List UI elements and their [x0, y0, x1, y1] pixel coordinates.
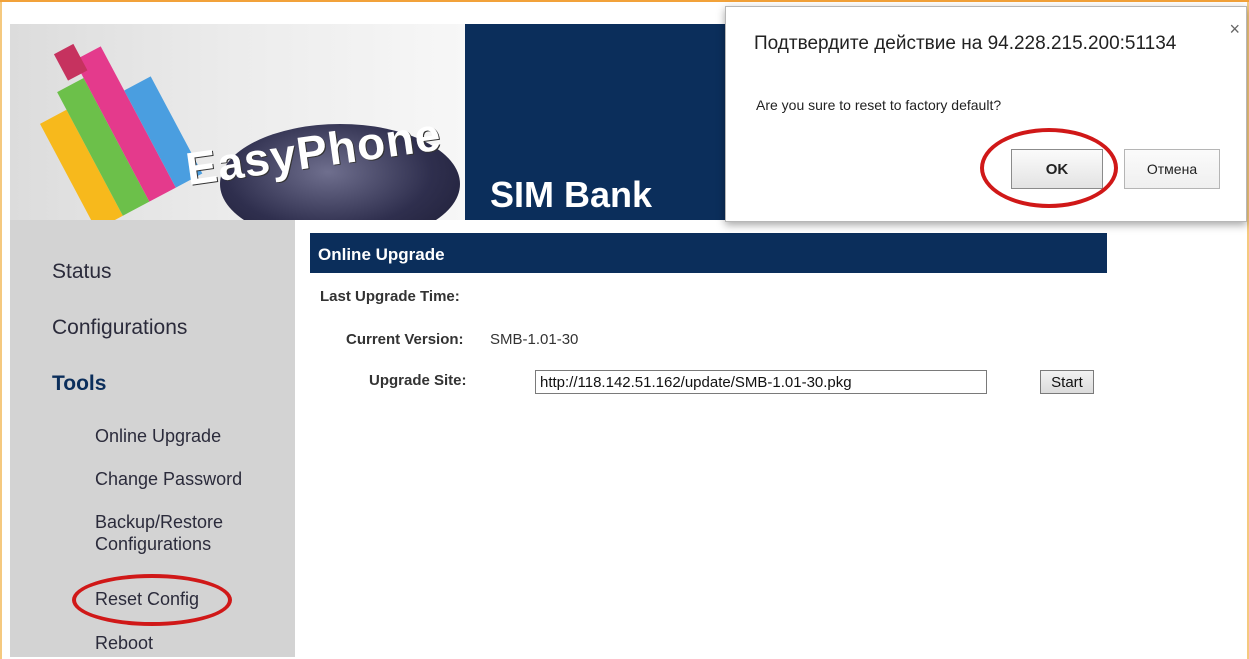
upgrade-site-input[interactable] — [535, 370, 987, 394]
cancel-button[interactable]: Отмена — [1124, 149, 1220, 189]
sidebar-item-configurations[interactable]: Configurations — [52, 316, 187, 340]
dialog-message: Are you sure to reset to factory default… — [756, 97, 1002, 113]
current-version-value: SMB-1.01-30 — [490, 331, 579, 348]
current-version-label: Current Version: — [346, 331, 464, 348]
ok-button[interactable]: OK — [1011, 149, 1103, 189]
upgrade-site-label: Upgrade Site: — [369, 372, 467, 389]
last-upgrade-time-label: Last Upgrade Time: — [320, 288, 460, 305]
sidebar-item-reset-config[interactable]: Reset Config — [95, 588, 199, 610]
easyphone-logo: EasyPhone — [10, 24, 465, 220]
close-icon[interactable]: × — [1229, 19, 1240, 40]
product-title: SIM Bank — [490, 174, 653, 215]
sidebar-item-online-upgrade[interactable]: Online Upgrade — [95, 425, 221, 447]
section-title-bar: Online Upgrade — [310, 233, 1107, 273]
sidebar: Status Configurations Tools Online Upgra… — [10, 220, 295, 657]
sidebar-item-backup-restore[interactable]: Backup/Restore Configurations — [95, 511, 275, 555]
confirm-dialog: Подтвердите действие на 94.228.215.200:5… — [725, 6, 1247, 222]
start-button[interactable]: Start — [1040, 370, 1094, 394]
dialog-title: Подтвердите действие на 94.228.215.200:5… — [754, 33, 1177, 54]
sidebar-item-change-password[interactable]: Change Password — [95, 468, 242, 490]
sidebar-item-status[interactable]: Status — [52, 260, 112, 284]
sidebar-item-reboot[interactable]: Reboot — [95, 632, 153, 654]
sidebar-item-tools[interactable]: Tools — [52, 372, 106, 396]
